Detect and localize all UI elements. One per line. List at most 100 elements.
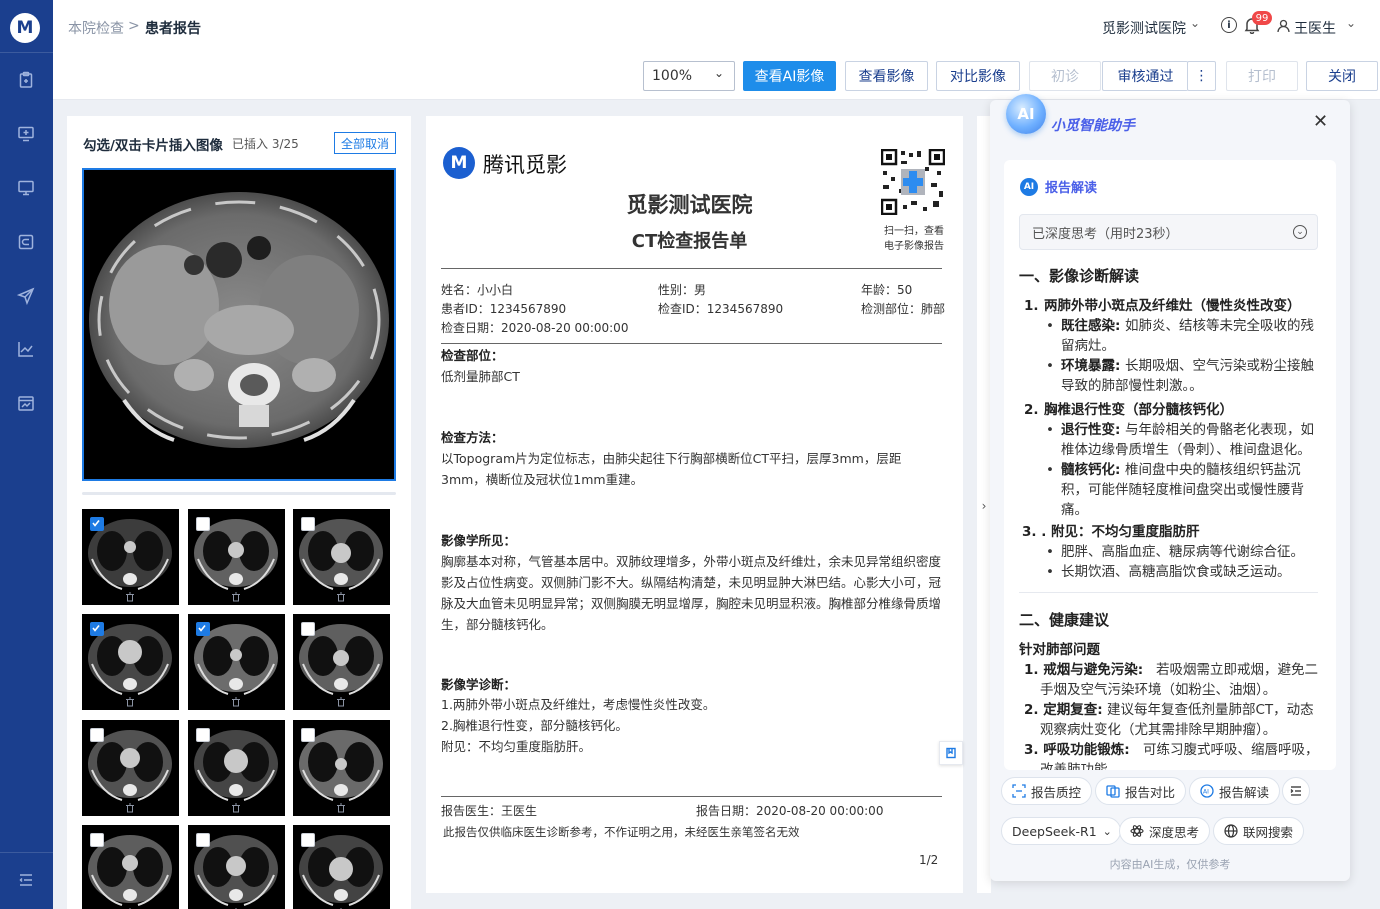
- info-icon[interactable]: i: [1221, 17, 1237, 33]
- breadcrumb-parent[interactable]: 本院检查: [68, 18, 124, 38]
- ai-advice-2-key: 2. 定期复查:: [1024, 702, 1103, 718]
- thumbnail-checkbox[interactable]: [90, 622, 104, 636]
- trash-icon[interactable]: [336, 803, 346, 813]
- patient-name: 姓名：小小白: [441, 283, 514, 297]
- approve-more-button[interactable]: ⋮: [1187, 61, 1216, 91]
- send-icon[interactable]: [17, 287, 35, 305]
- ai-advice-1-text: 若吸烟需立即戒烟，避免二: [1156, 662, 1318, 678]
- bookmark-icon[interactable]: [939, 741, 963, 765]
- trash-icon[interactable]: [231, 592, 241, 602]
- svg-text:AI: AI: [1203, 789, 1209, 796]
- ai-heading-2: 二、健康建议: [1019, 611, 1110, 629]
- thumbnail-checkbox[interactable]: [196, 517, 210, 531]
- ai-bullet-4-key: 髓核钙化:: [1061, 462, 1121, 478]
- thumbnail-checkbox[interactable]: [196, 728, 210, 742]
- thumbnail-card[interactable]: [82, 825, 179, 909]
- ai-bullet-6-text: 长期饮酒、高糖高脂饮食或缺乏运动。: [1061, 564, 1291, 580]
- cancel-all-button[interactable]: 全部取消: [334, 132, 396, 154]
- thumbnail-card[interactable]: [293, 509, 390, 605]
- print-button[interactable]: 打印: [1226, 61, 1298, 91]
- thumbnail-card[interactable]: [82, 614, 179, 710]
- thumbnail-card[interactable]: [82, 720, 179, 816]
- monitor-icon[interactable]: [17, 179, 35, 197]
- report-qc-label: 报告质控: [1031, 784, 1082, 800]
- ai-heading-1: 一、影像诊断解读: [1019, 267, 1140, 285]
- collapse-menu-icon[interactable]: [17, 871, 35, 889]
- thumbnail-checkbox[interactable]: [196, 833, 210, 847]
- trash-icon[interactable]: [336, 592, 346, 602]
- thumbnail-checkbox[interactable]: [301, 728, 315, 742]
- brand-name: 腾讯觅影: [483, 153, 567, 177]
- report-compare-label: 报告对比: [1125, 784, 1176, 800]
- trash-icon[interactable]: [125, 803, 135, 813]
- clipboard-icon[interactable]: [17, 71, 35, 89]
- expand-chevron-right-icon[interactable]: ›: [978, 494, 990, 518]
- thumbnail-card[interactable]: [82, 509, 179, 605]
- view-ai-image-button[interactable]: 查看AI影像: [743, 61, 836, 91]
- trash-icon[interactable]: [336, 697, 346, 707]
- chart-line-icon[interactable]: [17, 340, 35, 358]
- ai-item-3-title: 3. . 附见：不均匀重度脂肪肝: [1022, 524, 1200, 540]
- ai-bullet: •: [1046, 544, 1054, 560]
- tablet-icon[interactable]: [17, 233, 35, 251]
- user-chevron-down-icon[interactable]: ⌄: [1346, 16, 1356, 30]
- thumbnail-card[interactable]: [293, 720, 390, 816]
- monitor-plus-icon[interactable]: [17, 125, 35, 143]
- trash-icon[interactable]: [231, 803, 241, 813]
- ai-bullet-2-key: 环境暴露:: [1061, 358, 1121, 374]
- user-name[interactable]: 王医生: [1294, 18, 1336, 38]
- thumbnail-card[interactable]: [188, 509, 285, 605]
- model-select[interactable]: DeepSeek-R1 ⌄: [1001, 817, 1121, 845]
- diagnosis-line-2: 2.胸椎退行性变，部分髓核钙化。: [441, 718, 628, 733]
- zoom-select[interactable]: 100% ⌄: [643, 61, 735, 91]
- deep-think-label: 深度思考: [1149, 824, 1200, 840]
- thumbnail-checkbox[interactable]: [301, 622, 315, 636]
- ai-bullet-4-text: 椎间盘中央的髓核组织钙盐沉: [1125, 462, 1301, 478]
- thumbnail-checkbox[interactable]: [90, 833, 104, 847]
- ai-bullet-4-text-2: 积，可能伴随轻度椎间盘突出或慢性腰背: [1061, 482, 1304, 498]
- thumbnail-card[interactable]: [188, 614, 285, 710]
- main-ct-image[interactable]: [82, 168, 396, 481]
- report-document: M 腾讯觅影 觅影测试医院 CT检查报告单 扫一扫，查看 电子影像报告 姓名：小…: [426, 116, 963, 893]
- hospital-selector[interactable]: 觅影测试医院: [1102, 18, 1186, 38]
- thumbnail-card[interactable]: [293, 614, 390, 710]
- exam-part-text: 低剂量肺部CT: [441, 369, 520, 384]
- deep-think-toggle[interactable]: 深度思考: [1119, 817, 1211, 845]
- thumbnail-card[interactable]: [188, 825, 285, 909]
- qr-caption-1: 扫一扫，查看: [884, 226, 944, 237]
- hospital-chevron-down-icon[interactable]: ⌄: [1190, 16, 1200, 30]
- image-scrollbar[interactable]: [82, 492, 396, 495]
- ai-bullet-3-text-2: 椎体边缘骨质增生（骨刺）、椎间盘退化。: [1061, 442, 1311, 458]
- zoom-value: 100%: [652, 68, 693, 84]
- more-options-icon[interactable]: [1282, 777, 1310, 805]
- trash-icon[interactable]: [231, 697, 241, 707]
- compare-image-button[interactable]: 对比影像: [936, 61, 1020, 91]
- calendar-chart-icon[interactable]: [17, 394, 35, 412]
- report-qc-chip[interactable]: 报告质控: [1001, 777, 1093, 805]
- thumbnail-checkbox[interactable]: [90, 517, 104, 531]
- first-diagnosis-button[interactable]: 初诊: [1029, 61, 1101, 91]
- ai-close-icon[interactable]: ✕: [1313, 113, 1328, 131]
- approve-button[interactable]: 审核通过: [1102, 61, 1188, 91]
- ai-footer-note: 内容由AI生成，仅供参考: [1109, 858, 1231, 871]
- thumbnail-card[interactable]: [188, 720, 285, 816]
- trash-icon[interactable]: [125, 592, 135, 602]
- ai-bullet-2-text-2: 导致的肺部慢性刺激。。: [1061, 378, 1203, 394]
- trash-icon[interactable]: [125, 697, 135, 707]
- exam-date: 检查日期：2020-08-20 00:00:00: [441, 321, 629, 335]
- web-search-toggle[interactable]: 联网搜索: [1213, 817, 1305, 845]
- thinking-status[interactable]: 已深度思考（用时23秒） ⌄: [1019, 214, 1318, 250]
- panel-title: 勾选/双击卡片插入图像: [83, 138, 223, 154]
- body-part: 检测部位：肺部: [861, 302, 946, 316]
- thumbnail-card[interactable]: [293, 825, 390, 909]
- close-button[interactable]: 关闭: [1306, 61, 1378, 91]
- report-compare-chip[interactable]: 报告对比: [1095, 777, 1187, 805]
- qr-code[interactable]: [880, 148, 946, 216]
- thumbnail-checkbox[interactable]: [301, 833, 315, 847]
- report-interpret-chip[interactable]: AI 报告解读: [1189, 777, 1281, 805]
- thumbnail-checkbox[interactable]: [90, 728, 104, 742]
- view-image-button[interactable]: 查看影像: [845, 61, 928, 91]
- page-indicator: 1/2: [919, 853, 939, 867]
- thumbnail-checkbox[interactable]: [196, 622, 210, 636]
- thumbnail-checkbox[interactable]: [301, 517, 315, 531]
